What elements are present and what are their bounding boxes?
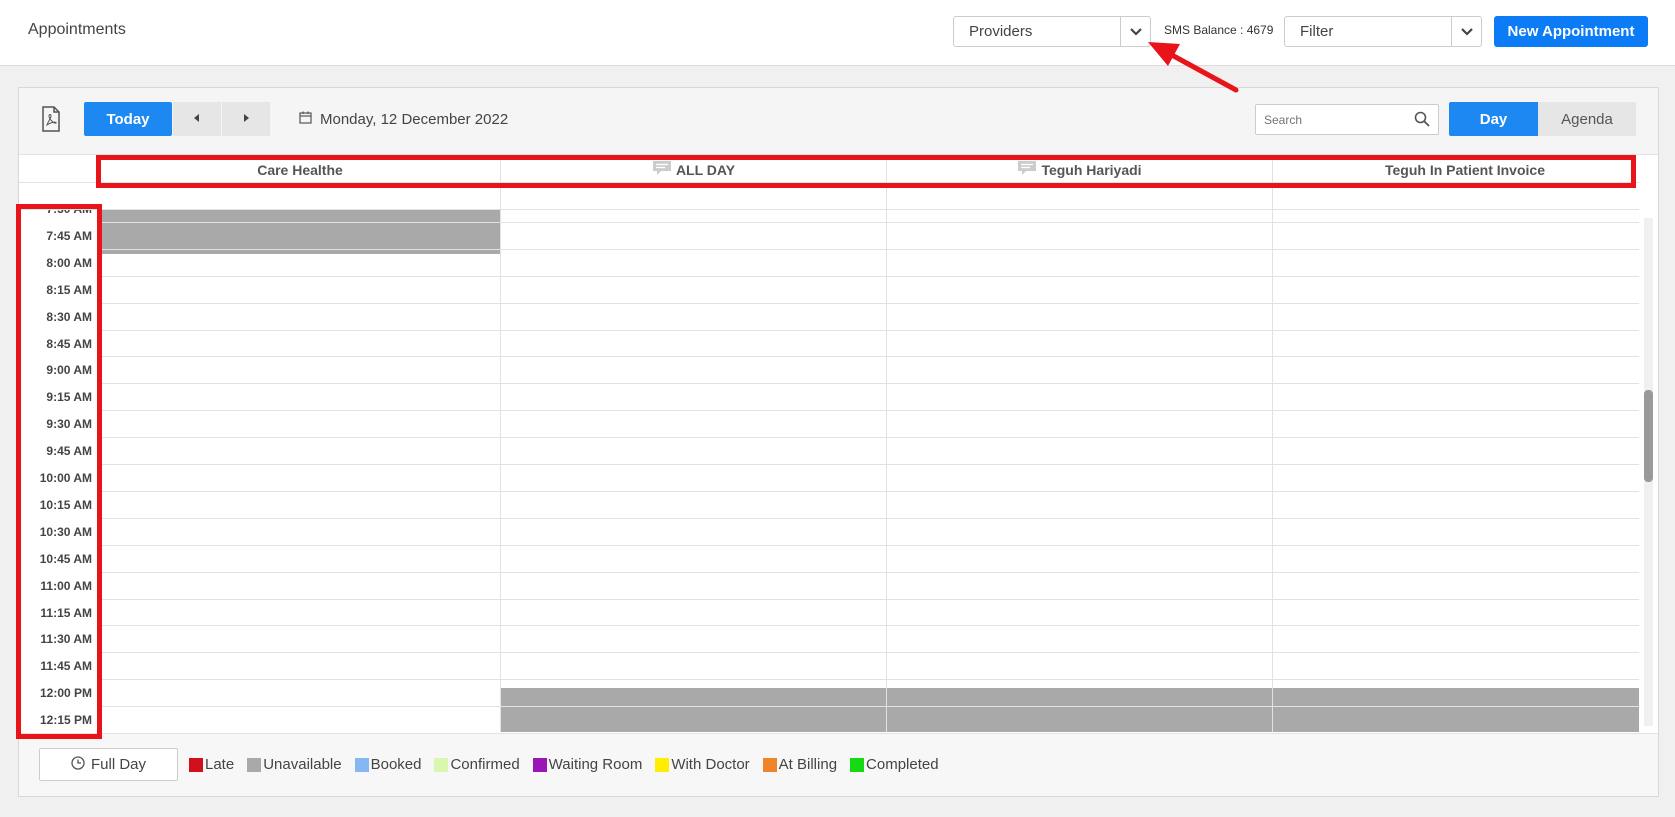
time-slot-line bbox=[99, 572, 1639, 573]
column-divider bbox=[886, 210, 887, 732]
time-slot-line bbox=[99, 599, 1639, 600]
legend-label: With Doctor bbox=[671, 756, 750, 773]
page-title: Appointments bbox=[28, 21, 126, 38]
search-box[interactable] bbox=[1255, 104, 1439, 135]
time-slot-line bbox=[99, 706, 1639, 707]
legend-item: Late bbox=[189, 756, 234, 773]
date-label: Monday, 12 December 2022 bbox=[320, 110, 509, 128]
legend-item: Waiting Room bbox=[532, 756, 643, 773]
top-bar: Appointments Providers SMS Balance : 467… bbox=[0, 0, 1675, 66]
new-appointment-button[interactable]: New Appointment bbox=[1494, 16, 1648, 47]
caret-right-icon bbox=[242, 110, 250, 128]
time-slot-line bbox=[99, 356, 1639, 357]
legend-footer: Full Day Late Unavailable Booked Confirmed W… bbox=[19, 733, 1658, 796]
pdf-export-icon[interactable] bbox=[41, 106, 61, 137]
legend-swatch bbox=[532, 757, 547, 772]
time-slot-line bbox=[99, 222, 1639, 223]
status-legend: Late Unavailable Booked Confirmed Waiting Ro… bbox=[189, 748, 952, 781]
time-grid[interactable]: 7:30 AM7:45 AM8:00 AM8:15 AM8:30 AM8:45 … bbox=[19, 210, 1639, 732]
annotation-highlight-column-headers bbox=[96, 155, 1636, 188]
providers-select-value: Providers bbox=[969, 23, 1033, 40]
chevron-down-icon[interactable] bbox=[1451, 17, 1481, 46]
time-slot-line bbox=[99, 437, 1639, 438]
time-slot-line bbox=[99, 410, 1639, 411]
legend-label: Waiting Room bbox=[548, 756, 643, 773]
legend-label: At Billing bbox=[778, 756, 838, 773]
legend-swatch bbox=[434, 757, 449, 772]
agenda-view-button[interactable]: Agenda bbox=[1538, 102, 1636, 136]
next-button[interactable] bbox=[222, 102, 270, 136]
day-view-button[interactable]: Day bbox=[1449, 102, 1538, 136]
time-slot-line bbox=[99, 464, 1639, 465]
legend-swatch bbox=[354, 757, 369, 772]
full-day-button[interactable]: Full Day bbox=[39, 748, 178, 781]
time-slot-line bbox=[99, 679, 1639, 680]
legend-label: Unavailable bbox=[263, 756, 342, 773]
time-slot-line bbox=[99, 652, 1639, 653]
legend-item: Completed bbox=[850, 756, 939, 773]
clock-icon bbox=[71, 755, 85, 774]
date-display[interactable]: Monday, 12 December 2022 bbox=[299, 102, 508, 136]
legend-swatch bbox=[189, 757, 203, 772]
providers-select[interactable]: Providers bbox=[953, 16, 1151, 47]
calendar-toolbar: Today Monday, 12 December 2022 Day Agend… bbox=[19, 88, 1658, 155]
legend-swatch bbox=[247, 757, 262, 772]
annotation-highlight-time-labels bbox=[16, 204, 102, 739]
unavailable-block[interactable] bbox=[99, 210, 500, 254]
grid-scrollbar[interactable] bbox=[1644, 218, 1653, 726]
time-slot-line bbox=[99, 545, 1639, 546]
unavailable-block[interactable] bbox=[501, 688, 1639, 732]
legend-label: Completed bbox=[866, 756, 939, 773]
search-icon[interactable] bbox=[1414, 111, 1430, 132]
filter-select[interactable]: Filter bbox=[1284, 16, 1482, 47]
legend-label: Late bbox=[205, 756, 235, 773]
column-divider bbox=[500, 210, 501, 732]
time-slot-line bbox=[99, 518, 1639, 519]
full-day-label: Full Day bbox=[90, 756, 146, 773]
time-slot-line bbox=[99, 330, 1639, 331]
legend-swatch bbox=[762, 757, 777, 772]
filter-select-value: Filter bbox=[1300, 23, 1334, 40]
calendar-icon bbox=[299, 111, 312, 128]
legend-label: Booked bbox=[370, 756, 422, 773]
time-slot-line bbox=[99, 491, 1639, 492]
legend-item: Unavailable bbox=[247, 756, 342, 773]
legend-item: Confirmed bbox=[434, 756, 520, 773]
annotation-arrow-icon bbox=[1148, 42, 1239, 93]
legend-label: Confirmed bbox=[450, 756, 520, 773]
legend-item: At Billing bbox=[762, 756, 838, 773]
time-slot-line bbox=[99, 625, 1639, 626]
legend-swatch bbox=[655, 757, 670, 772]
legend-item: Booked bbox=[354, 756, 422, 773]
search-input[interactable] bbox=[1256, 105, 1406, 134]
legend-item: With Doctor bbox=[655, 756, 750, 773]
calendar-panel: Today Monday, 12 December 2022 Day Agend… bbox=[18, 87, 1659, 797]
time-slot-line bbox=[99, 303, 1639, 304]
time-slot-line bbox=[99, 276, 1639, 277]
time-slot-line bbox=[99, 383, 1639, 384]
sms-balance: SMS Balance : 4679 bbox=[1164, 23, 1274, 37]
time-slot-line bbox=[99, 249, 1639, 250]
column-divider bbox=[1272, 210, 1273, 732]
scrollbar-thumb[interactable] bbox=[1644, 390, 1653, 482]
legend-swatch bbox=[850, 757, 865, 772]
prev-button[interactable] bbox=[173, 102, 221, 136]
today-button[interactable]: Today bbox=[84, 102, 172, 136]
caret-left-icon bbox=[193, 110, 201, 128]
